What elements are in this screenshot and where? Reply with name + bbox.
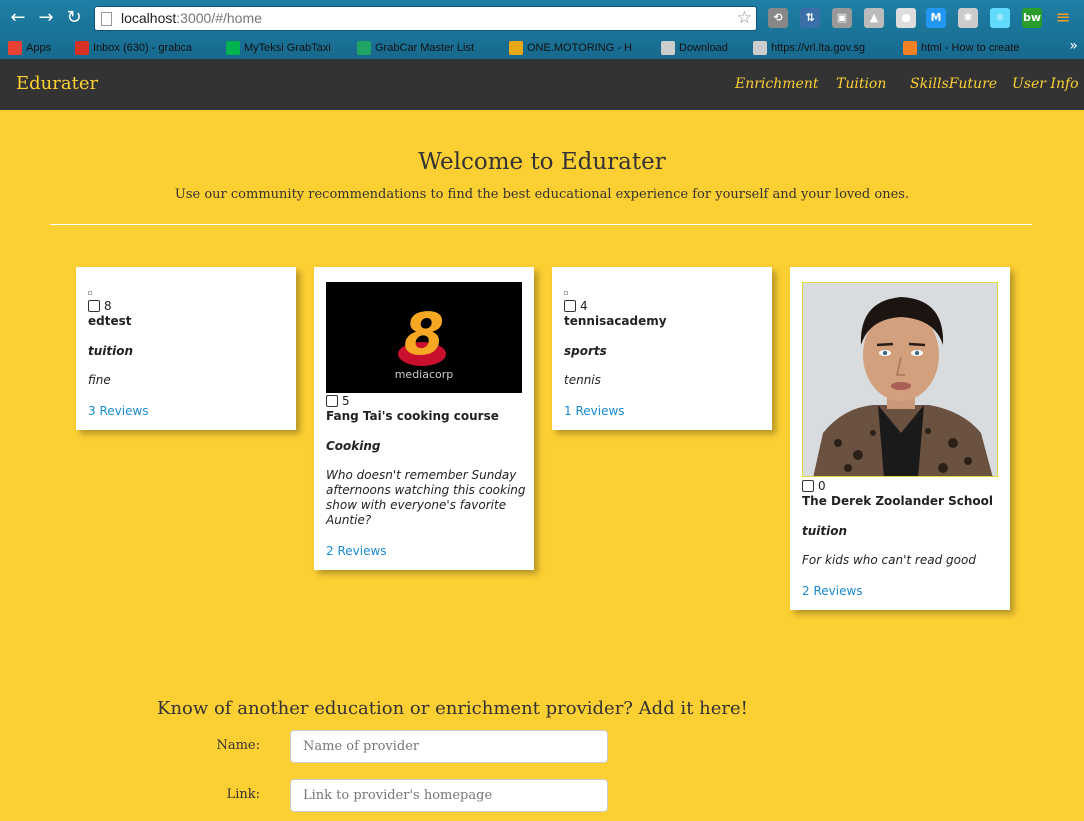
bookmark-label: Apps	[26, 41, 52, 54]
provider-name: The Derek Zoolander School	[802, 494, 994, 508]
bookmark-item[interactable]: Download	[661, 39, 746, 56]
browser-chrome: ← → ↻ localhost:3000/#/home ☆ ⟲ ⇅ ▣ ▲ ● M ✱ ⚛ bw…	[0, 0, 1084, 59]
reviews-link[interactable]: 2 Reviews	[802, 584, 863, 598]
bookmark-label: MyTeksi GrabTaxi	[244, 41, 331, 54]
bookmark-item[interactable]: html - How to create	[903, 39, 1053, 56]
page-icon	[101, 12, 112, 26]
extension-circle-icon[interactable]: ●	[896, 8, 916, 28]
apps-grid-icon	[8, 40, 22, 55]
bookmark-label: https://vrl.lta.gov.sg	[771, 41, 865, 54]
bookmark-star-icon[interactable]: ☆	[737, 8, 752, 28]
like-count[interactable]: 8	[88, 299, 112, 313]
address-bar[interactable]: localhost:3000/#/home ☆	[94, 6, 757, 31]
bookmark-label: Inbox (630) - grabca	[93, 41, 193, 54]
broken-image-icon	[564, 291, 568, 295]
google-drive-icon	[357, 40, 371, 55]
reload-icon[interactable]: ↻	[63, 7, 85, 29]
bookmark-item[interactable]: Apps	[8, 39, 68, 56]
provider-category: sports	[564, 344, 607, 358]
extension-tool-icon[interactable]: ▣	[832, 8, 852, 28]
url-host: localhost	[121, 10, 177, 26]
bookmark-item[interactable]: Inbox (630) - grabca	[75, 39, 210, 56]
provider-name: tennisacademy	[564, 314, 667, 328]
nav-skillsfuture[interactable]: SkillsFuture	[910, 76, 997, 92]
zoolander-photo	[802, 282, 998, 477]
nav-tuition[interactable]: Tuition	[836, 76, 886, 92]
more-bookmarks-icon[interactable]: »	[1069, 38, 1078, 54]
provider-description: Who doesn't remember Sunday afternoons w…	[326, 468, 526, 527]
name-label: Name:	[216, 738, 260, 753]
url-text: localhost:3000/#/home	[121, 10, 262, 26]
extension-drive-icon[interactable]: ▲	[864, 8, 884, 28]
reviews-link[interactable]: 1 Reviews	[564, 404, 625, 418]
gmail-icon	[75, 40, 89, 55]
provider-card: 8 edtest tuition fine 3 Reviews	[76, 267, 296, 430]
like-count[interactable]: 5	[326, 394, 350, 408]
app-navbar: Edurater Enrichment Tuition SkillsFuture…	[0, 59, 1084, 110]
onemotoring-icon	[509, 40, 523, 55]
reviews-link[interactable]: 3 Reviews	[88, 404, 149, 418]
bookmarks-bar: Apps Inbox (630) - grabca MyTeksi GrabTaxi…	[0, 36, 1084, 59]
bookmark-label: Download	[679, 41, 728, 54]
provider-card: 4 tennisacademy sports tennis 1 Reviews	[552, 267, 772, 430]
provider-category: Cooking	[326, 439, 381, 453]
extension-download-icon[interactable]: ⇅	[800, 8, 820, 28]
thumbs-up-icon[interactable]	[88, 300, 100, 312]
like-number: 8	[104, 299, 112, 313]
add-provider-heading: Know of another education or enrichment …	[157, 698, 748, 719]
provider-card: 0 The Derek Zoolander School tuition For…	[790, 267, 1010, 610]
like-number: 5	[342, 394, 350, 408]
provider-description: tennis	[564, 373, 601, 387]
extension-react-icon[interactable]: ⚛	[990, 8, 1010, 28]
divider	[50, 224, 1032, 225]
extension-recycle-icon[interactable]: ⟲	[768, 8, 788, 28]
brand-logo[interactable]: Edurater	[16, 73, 98, 94]
url-path: :3000/#/home	[176, 10, 262, 26]
browser-toolbar: ← → ↻ localhost:3000/#/home ☆ ⟲ ⇅ ▣ ▲ ● M ✱ ⚛ bw…	[0, 0, 1084, 36]
logo-text: mediacorp	[395, 368, 454, 381]
page-icon	[753, 40, 767, 55]
bookmark-label: html - How to create	[921, 41, 1020, 54]
menu-icon[interactable]: ≡	[1052, 7, 1074, 29]
provider-name: edtest	[88, 314, 132, 328]
grab-icon	[226, 40, 240, 55]
thumbs-up-icon[interactable]	[802, 480, 814, 492]
page-subtitle: Use our community recommendations to fin…	[174, 187, 910, 202]
provider-description: For kids who can't read good	[802, 553, 976, 567]
bookmark-label: ONE.MOTORING - H	[527, 41, 632, 54]
thumbs-up-icon[interactable]	[564, 300, 576, 312]
svg-text:8: 8	[404, 300, 444, 368]
page-title: Welcome to Edurater	[418, 149, 666, 175]
like-number: 0	[818, 479, 826, 493]
bookmark-item[interactable]: GrabCar Master List	[357, 39, 497, 56]
like-number: 4	[580, 299, 588, 313]
provider-name-input[interactable]	[290, 730, 608, 763]
nav-user-info[interactable]: User Info	[1012, 76, 1079, 92]
mediacorp-logo: 8 mediacorp	[326, 282, 522, 393]
provider-description: fine	[88, 373, 111, 387]
provider-name: Fang Tai's cooking course	[326, 409, 499, 423]
extension-m-icon[interactable]: M	[926, 8, 946, 28]
nav-enrichment[interactable]: Enrichment	[735, 76, 818, 92]
forward-arrow-icon[interactable]: →	[35, 7, 57, 29]
provider-card: 8 mediacorp 5 Fang Tai's cooking course …	[314, 267, 534, 570]
back-arrow-icon[interactable]: ←	[7, 7, 29, 29]
extension-gear-icon[interactable]: ✱	[958, 8, 978, 28]
page-icon	[661, 40, 675, 55]
bookmark-item[interactable]: MyTeksi GrabTaxi	[226, 39, 346, 56]
like-count[interactable]: 0	[802, 479, 826, 493]
stackoverflow-icon	[903, 40, 917, 55]
extension-bw-icon[interactable]: bw	[1022, 8, 1042, 28]
reviews-link[interactable]: 2 Reviews	[326, 544, 387, 558]
bookmark-item[interactable]: https://vrl.lta.gov.sg	[753, 39, 888, 56]
provider-category: tuition	[88, 344, 134, 358]
thumbs-up-icon[interactable]	[326, 395, 338, 407]
broken-image-icon	[88, 291, 92, 295]
bookmark-label: GrabCar Master List	[375, 41, 475, 54]
provider-link-input[interactable]	[290, 779, 608, 812]
link-label: Link:	[226, 787, 260, 802]
provider-category: tuition	[802, 524, 848, 538]
like-count[interactable]: 4	[564, 299, 588, 313]
bookmark-item[interactable]: ONE.MOTORING - H	[509, 39, 649, 56]
